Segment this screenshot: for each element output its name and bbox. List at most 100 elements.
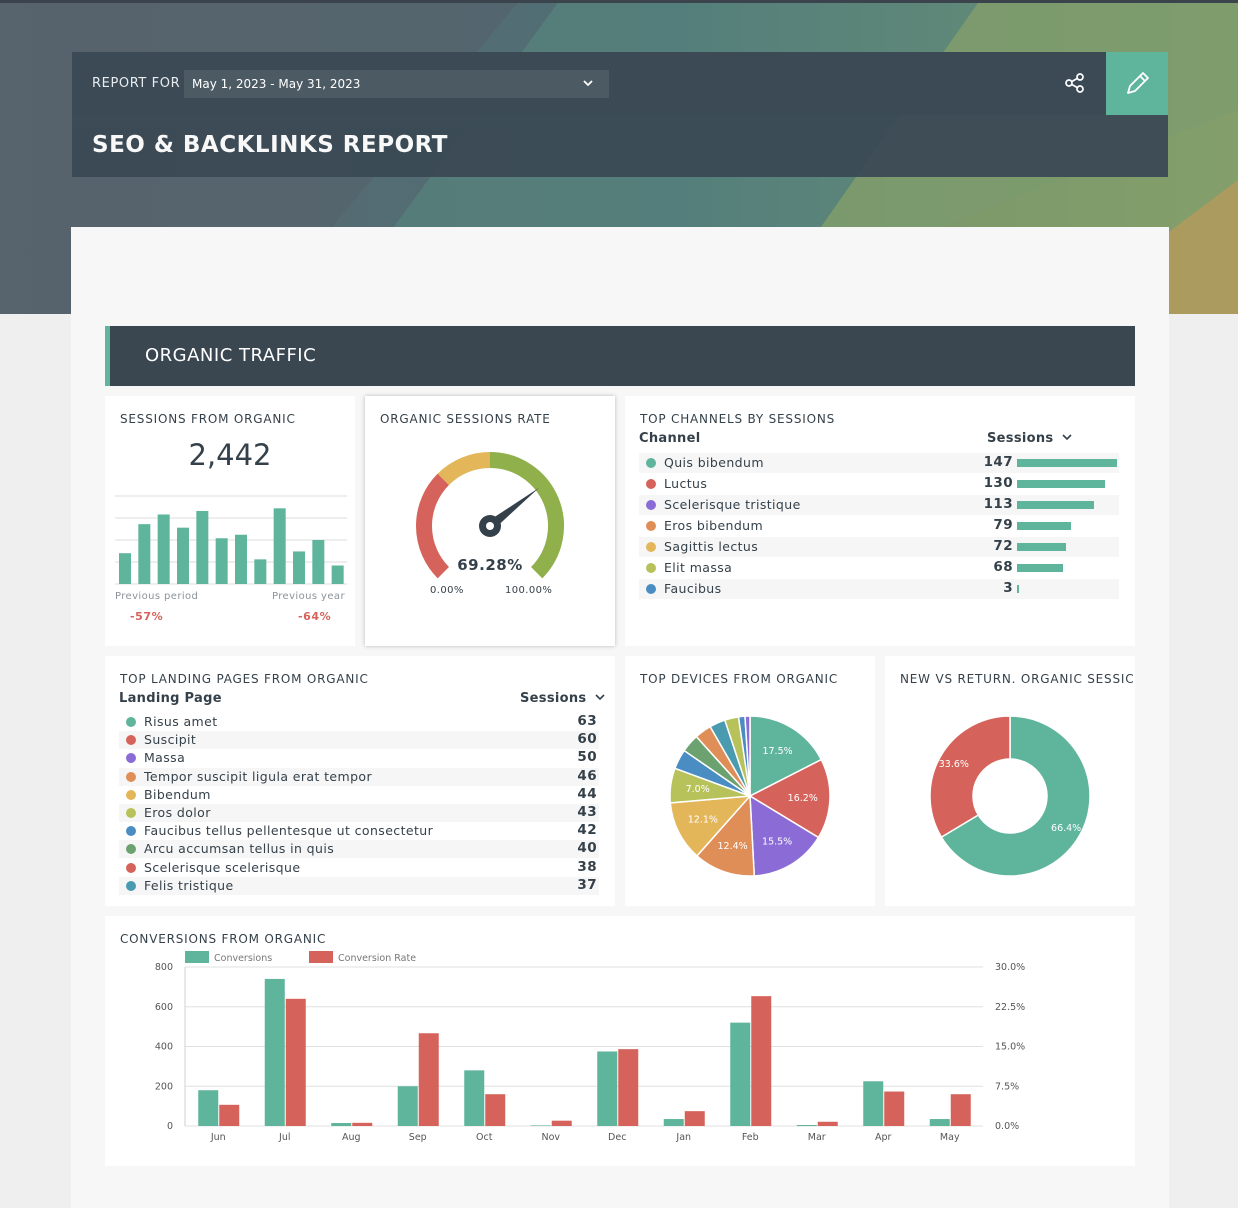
x-tick-label: Feb xyxy=(742,1132,759,1143)
channel-row: Scelerisque tristique 113 xyxy=(639,495,1119,515)
landing-page-column-header: Landing Page xyxy=(119,691,222,706)
channel-row: Elit massa 68 xyxy=(639,558,1119,578)
top-border xyxy=(0,0,1238,3)
legend-dot xyxy=(126,826,136,837)
landing-page-name: Bibendum xyxy=(144,786,211,802)
widget-title: ORGANIC SESSIONS RATE xyxy=(380,412,551,426)
y2-tick-label: 30.0% xyxy=(995,962,1025,973)
landing-page-row: Bibendum 44 xyxy=(119,785,599,804)
y-tick-label: 800 xyxy=(155,962,173,973)
landing-page-name: Risus amet xyxy=(144,714,218,729)
conversions-bar xyxy=(597,1051,618,1126)
report-header-bar: REPORT FOR May 1, 2023 - May 31, 2023 xyxy=(72,52,1106,115)
conversion-rate-bar xyxy=(418,1033,439,1126)
gauge-min-label: 0.00% xyxy=(430,585,464,596)
landing-pages-widget: TOP LANDING PAGES FROM ORGANIC Landing P… xyxy=(105,656,615,906)
x-tick-label: Dec xyxy=(608,1132,626,1143)
edit-button[interactable] xyxy=(1106,52,1168,115)
conversions-widget: CONVERSIONS FROM ORGANIC 800 30.0% 600 22.5… xyxy=(105,916,1135,1166)
sessions-column-header[interactable]: Sessions xyxy=(987,431,1073,446)
legend-dot xyxy=(646,458,656,468)
sessions-organic-widget: SESSIONS FROM ORGANIC 2,442 Previous per… xyxy=(105,396,355,646)
landing-page-name: Arcu accumsan tellus in quis xyxy=(144,841,335,857)
channel-bar xyxy=(1017,564,1064,572)
previous-period-change: -57% xyxy=(130,610,164,623)
y2-tick-label: 22.5% xyxy=(995,1002,1025,1013)
channel-bar xyxy=(1017,522,1071,530)
x-tick-label: Jun xyxy=(210,1132,226,1143)
x-tick-label: Oct xyxy=(476,1132,493,1143)
x-tick-label: Jan xyxy=(675,1132,691,1143)
channel-bar xyxy=(1017,501,1094,509)
x-tick-label: Nov xyxy=(541,1132,560,1143)
landing-page-row: Eros dolor 43 xyxy=(119,804,599,822)
sessions-column-label: Sessions xyxy=(987,431,1054,446)
sessions-sparkline xyxy=(115,495,347,585)
widget-title: NEW VS RETURN. ORGANIC SESSIC xyxy=(900,672,1135,686)
conversions-bar xyxy=(198,1090,219,1126)
gauge-segment-low xyxy=(416,473,450,579)
widget-title: SESSIONS FROM ORGANIC xyxy=(120,412,296,426)
landing-page-name: Tempor suscipit ligula erat tempor xyxy=(144,768,373,784)
channel-column-header: Channel xyxy=(639,431,701,446)
spark-bar xyxy=(331,565,344,584)
conversions-bar xyxy=(397,1086,418,1126)
channel-sessions: 79 xyxy=(993,517,1013,533)
date-range-select[interactable]: May 1, 2023 - May 31, 2023 xyxy=(184,70,609,98)
spark-bar xyxy=(138,524,151,584)
channel-name: Faucibus xyxy=(664,581,722,596)
landing-page-row: Arcu accumsan tellus in quis 40 xyxy=(119,840,599,859)
conversion-rate-bar xyxy=(618,1049,639,1126)
x-tick-label: Sep xyxy=(409,1132,427,1143)
legend-label-conversions: Conversions xyxy=(214,953,272,964)
previous-period-label: Previous period xyxy=(115,591,199,602)
gauge-segment-mid xyxy=(437,452,491,486)
sort-chevron-icon xyxy=(1062,434,1072,441)
conversions-bar xyxy=(663,1119,684,1126)
conversions-bar xyxy=(264,978,285,1126)
spark-bar xyxy=(254,559,267,584)
conversion-rate-bar xyxy=(950,1094,971,1126)
channel-sessions: 68 xyxy=(993,559,1013,575)
landing-page-name: Massa xyxy=(144,750,186,766)
pencil-icon xyxy=(1127,72,1149,94)
sessions-rate-widget: ORGANIC SESSIONS RATE 69.28% 0.00% 100.0… xyxy=(365,396,615,646)
channel-row: Sagittis lectus 72 xyxy=(639,537,1119,557)
new-vs-return-slice xyxy=(929,715,1011,839)
y2-tick-label: 0.0% xyxy=(995,1121,1019,1132)
conversion-rate-bar xyxy=(751,996,772,1126)
landing-page-row: Scelerisque scelerisque 38 xyxy=(119,858,599,877)
conversions-bar xyxy=(331,1123,352,1126)
gauge-hub-center xyxy=(486,522,494,530)
report-for-label: REPORT FOR xyxy=(92,76,181,91)
landing-page-row: Felis tristique 37 xyxy=(119,876,599,895)
new-vs-return-label: 66.4% xyxy=(1051,823,1081,834)
share-icon[interactable] xyxy=(1064,72,1086,94)
landing-page-sessions: 46 xyxy=(577,767,597,784)
conversion-rate-bar xyxy=(352,1122,373,1126)
gauge-value: 69.28% xyxy=(457,556,523,574)
sessions-column-label: Sessions xyxy=(520,691,587,706)
spark-bar xyxy=(119,553,131,584)
page-title: SEO & BACKLINKS REPORT xyxy=(92,132,448,158)
conversion-rate-bar xyxy=(219,1104,240,1126)
legend-dot xyxy=(126,789,136,800)
conversion-rate-bar xyxy=(684,1111,705,1126)
x-tick-label: Mar xyxy=(808,1132,826,1143)
spark-bar xyxy=(273,508,286,584)
devices-pie-label: 12.4% xyxy=(718,841,748,852)
x-tick-label: Apr xyxy=(875,1132,892,1143)
legend-dot xyxy=(646,479,656,489)
devices-widget: TOP DEVICES FROM ORGANIC 17.5% 16.2% 15.5%… xyxy=(625,656,875,906)
landing-page-name: Faucibus tellus pellentesque ut consecte… xyxy=(144,823,434,839)
spark-bar xyxy=(177,527,189,584)
y-tick-label: 400 xyxy=(155,1042,173,1053)
conversions-bar-chart: 800 30.0% 600 22.5% 400 15.0% 200 7.5% 0 0.0% Jun J… xyxy=(155,951,1025,1143)
legend-dot xyxy=(126,717,136,727)
conversions-bar xyxy=(530,1125,551,1126)
sessions-column-header[interactable]: Sessions xyxy=(520,691,606,706)
landing-page-sessions: 60 xyxy=(577,731,597,748)
chevron-down-icon xyxy=(583,80,593,87)
devices-pie-label: 17.5% xyxy=(762,746,792,757)
channel-name: Luctus xyxy=(664,476,708,491)
